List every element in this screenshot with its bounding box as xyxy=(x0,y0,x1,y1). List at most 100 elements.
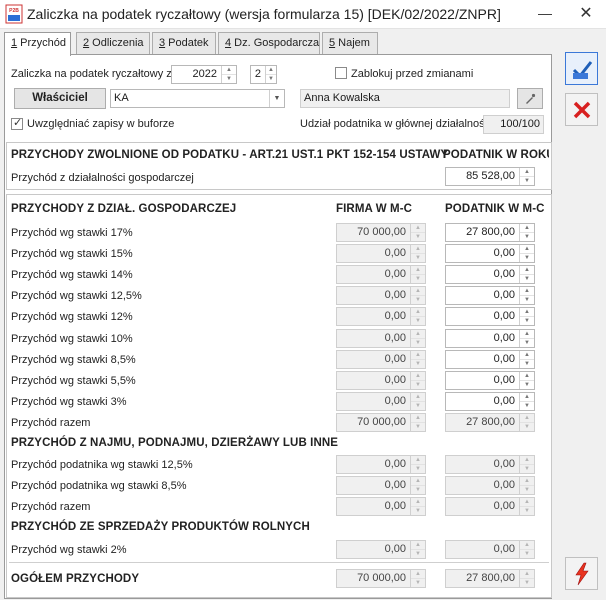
pick-owner-button[interactable] xyxy=(517,88,543,109)
spin-down-icon: ▼ xyxy=(411,380,425,388)
spin-up-icon: ▲ xyxy=(415,542,421,548)
taxpayer-amount-field[interactable]: 0,00 ▲ ▼ xyxy=(445,329,535,348)
taxpayer-amount-field[interactable]: 0,00 ▲ ▼ xyxy=(445,307,535,326)
spin-arrows: ▲ ▼ xyxy=(410,245,425,262)
spin-arrows[interactable]: ▲ ▼ xyxy=(519,372,534,389)
minimize-button[interactable]: — xyxy=(525,0,565,29)
tab-label: Przychód xyxy=(17,37,67,49)
spin-up-icon[interactable]: ▲ xyxy=(520,224,534,232)
taxpayer-amount-field[interactable]: 0,00 ▲ ▼ xyxy=(445,371,535,390)
firm-amount-field: 0,00 ▲ ▼ xyxy=(336,244,426,263)
taxpayer-amount-field[interactable]: 27 800,00 ▲ ▼ xyxy=(445,223,535,242)
amount-value: 27 800,00 xyxy=(466,572,515,584)
spin-arrows: ▲ ▼ xyxy=(410,224,425,241)
spin-down-icon[interactable]: ▼ xyxy=(520,274,534,282)
spin-arrows[interactable]: ▲ ▼ xyxy=(519,308,534,325)
spin-arrows[interactable]: ▲ ▼ xyxy=(519,224,534,241)
spin-up-icon[interactable]: ▲ xyxy=(520,330,534,338)
spin-down-icon[interactable]: ▼ xyxy=(520,359,534,367)
spin-arrows[interactable]: ▲ ▼ xyxy=(519,330,534,347)
firm-amount-field: 0,00 ▲ ▼ xyxy=(336,455,426,474)
taxpayer-amount-field[interactable]: 0,00 ▲ ▼ xyxy=(445,286,535,305)
chevron-down-icon[interactable]: ▼ xyxy=(269,90,284,107)
spin-arrows[interactable]: ▲ ▼ xyxy=(519,351,534,368)
spin-arrows[interactable]: ▲ ▼ xyxy=(519,393,534,410)
tab-dz-gospodarcza[interactable]: 4 Dz. Gospodarcza xyxy=(218,32,320,54)
exempt-income-field[interactable]: 85 528,00 ▲ ▼ xyxy=(445,167,535,186)
exempt-spin-arrows[interactable]: ▲ ▼ xyxy=(519,168,534,185)
taxpayer-amount-field[interactable]: 0,00 ▲ ▼ xyxy=(445,265,535,284)
spin-down-icon[interactable]: ▼ xyxy=(520,232,534,240)
save-button[interactable] xyxy=(565,52,598,85)
amount-value: 0,00 xyxy=(493,374,515,386)
month-spin-arrows[interactable]: ▲ ▼ xyxy=(265,66,276,83)
col-taxpayer-header: PODATNIK W M-C xyxy=(445,203,545,215)
spin-up-icon[interactable]: ▲ xyxy=(520,372,534,380)
spin-arrows[interactable]: ▲ ▼ xyxy=(519,266,534,283)
amount-value: 0,00 xyxy=(384,374,406,386)
month-stepper[interactable]: 2 ▲ ▼ xyxy=(250,65,277,84)
lock-checkbox[interactable] xyxy=(335,67,347,79)
owner-code-select[interactable]: KA ▼ xyxy=(110,89,285,108)
year-spin-arrows[interactable]: ▲ ▼ xyxy=(221,66,236,83)
spin-up-icon[interactable]: ▲ xyxy=(520,266,534,274)
spin-down-icon: ▼ xyxy=(411,401,425,409)
spin-down-icon[interactable]: ▼ xyxy=(520,380,534,388)
row-label: Przychód wg stawki 10% xyxy=(11,333,133,345)
spin-up-icon[interactable]: ▲ xyxy=(222,66,236,74)
taxpayer-amount-field[interactable]: 0,00 ▲ ▼ xyxy=(445,244,535,263)
spin-up-icon[interactable]: ▲ xyxy=(520,287,534,295)
spin-arrows[interactable]: ▲ ▼ xyxy=(519,245,534,262)
cancel-button[interactable] xyxy=(565,93,598,126)
firm-amount-field: 70 000,00 ▲ ▼ xyxy=(336,569,426,588)
row-label: Przychód razem xyxy=(11,417,91,429)
spin-up-icon[interactable]: ▲ xyxy=(520,168,534,176)
firm-amount-field: 0,00 ▲ ▼ xyxy=(336,265,426,284)
spin-arrows: ▲ ▼ xyxy=(410,541,425,558)
spin-up-icon: ▲ xyxy=(415,352,421,358)
buffer-checkbox[interactable] xyxy=(11,116,23,130)
spin-down-icon[interactable]: ▼ xyxy=(520,401,534,409)
taxpayer-amount-field[interactable]: 0,00 ▲ ▼ xyxy=(445,392,535,411)
spin-down-icon[interactable]: ▼ xyxy=(520,176,534,184)
taxpayer-amount-field[interactable]: 0,00 ▲ ▼ xyxy=(445,350,535,369)
taxpayer-amount-field: 0,00 ▲ ▼ xyxy=(445,476,535,495)
spin-arrows: ▲ ▼ xyxy=(519,570,534,587)
amount-value: 0,00 xyxy=(384,353,406,365)
year-stepper[interactable]: 2022 ▲ ▼ xyxy=(171,65,237,84)
tab-odliczenia[interactable]: 2 Odliczenia xyxy=(76,32,150,54)
spin-down-icon: ▼ xyxy=(520,578,534,586)
spin-up-icon[interactable]: ▲ xyxy=(520,245,534,253)
taxpayer-amount-field: 0,00 ▲ ▼ xyxy=(445,540,535,559)
spin-down-icon[interactable]: ▼ xyxy=(266,74,276,82)
amount-value: 0,00 xyxy=(493,247,515,259)
total-separator xyxy=(9,562,549,563)
spin-arrows: ▲ ▼ xyxy=(410,266,425,283)
spin-up-icon: ▲ xyxy=(524,499,530,505)
spin-up-icon[interactable]: ▲ xyxy=(520,393,534,401)
spin-up-icon[interactable]: ▲ xyxy=(266,66,276,74)
app-icon-text: P2B xyxy=(9,8,19,14)
close-button[interactable]: ✕ xyxy=(566,0,606,29)
row-label: Przychód wg stawki 17% xyxy=(11,227,133,239)
spin-down-icon[interactable]: ▼ xyxy=(520,295,534,303)
spin-up-icon[interactable]: ▲ xyxy=(520,351,534,359)
amount-value: 70 000,00 xyxy=(357,226,406,238)
spin-down-icon[interactable]: ▼ xyxy=(520,316,534,324)
spin-down-icon: ▼ xyxy=(411,274,425,282)
tab-przychod[interactable]: 1 Przychód xyxy=(4,32,71,56)
lightning-button[interactable] xyxy=(565,557,598,590)
tab-podatek[interactable]: 3 Podatek xyxy=(152,32,216,54)
owner-button[interactable]: Właściciel xyxy=(14,88,106,109)
exempt-income-value: 85 528,00 xyxy=(466,170,515,182)
spin-down-icon[interactable]: ▼ xyxy=(520,338,534,346)
spin-down-icon: ▼ xyxy=(520,506,534,514)
share-value-field: 100/100 xyxy=(483,115,544,134)
spin-down-icon: ▼ xyxy=(520,464,534,472)
spin-arrows[interactable]: ▲ ▼ xyxy=(519,287,534,304)
tab-najem[interactable]: 5 Najem xyxy=(322,32,378,54)
spin-up-icon[interactable]: ▲ xyxy=(520,308,534,316)
spin-down-icon[interactable]: ▼ xyxy=(520,253,534,261)
lock-label: Zablokuj przed zmianami xyxy=(351,68,474,80)
spin-down-icon[interactable]: ▼ xyxy=(222,74,236,82)
